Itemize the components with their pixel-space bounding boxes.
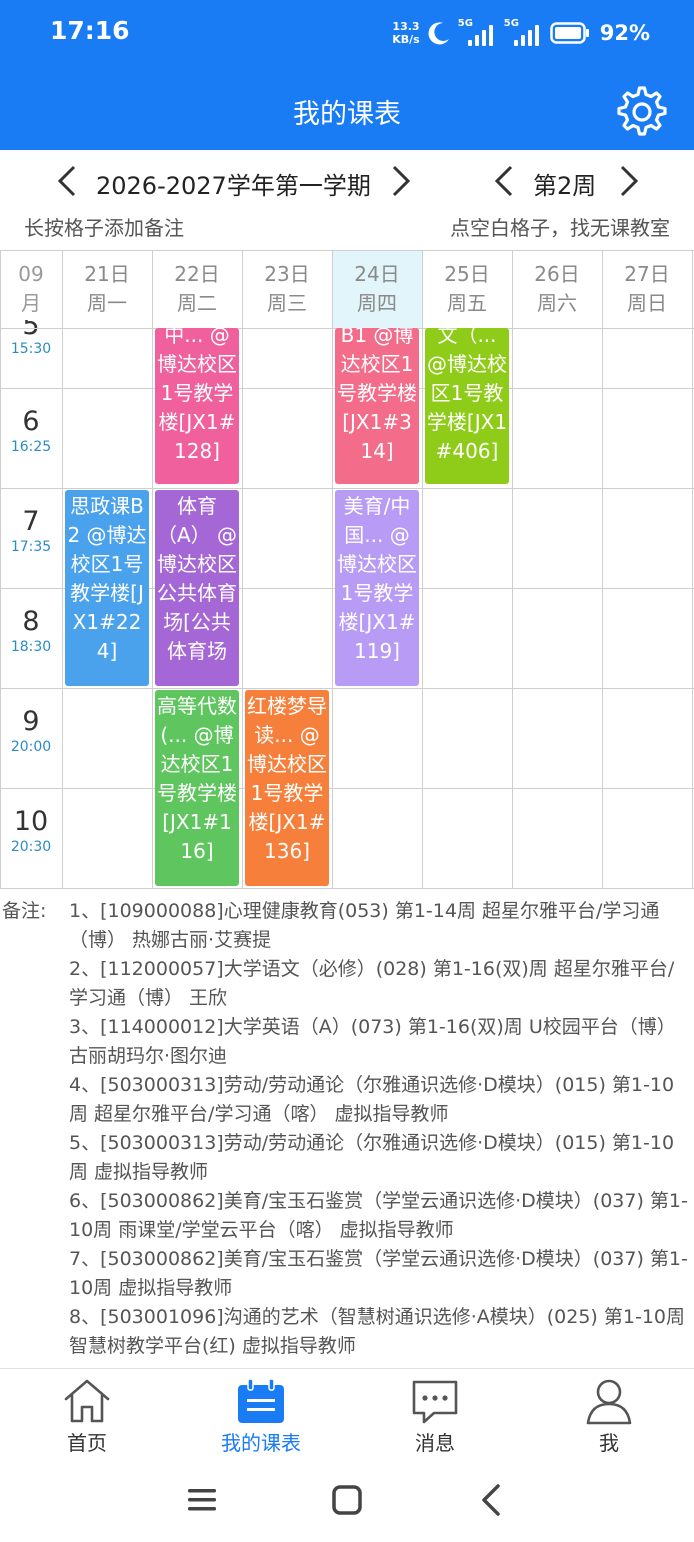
course-block[interactable]: 文（... @博达校区1号教学楼[JX1#406] [425, 328, 509, 484]
bottom-nav: 首页 我的课表 消息 我 [0, 1368, 694, 1458]
day-header: 25日 周五 [444, 262, 490, 315]
home-square-icon[interactable] [327, 1480, 367, 1520]
grid-line [332, 250, 333, 888]
chevron-left-icon[interactable] [54, 164, 82, 198]
period-label: 7 17:35 [10, 506, 52, 555]
week-label: 第2周 [533, 172, 597, 200]
hint-find-classroom: 点空白格子，找无课教室 [450, 216, 670, 240]
note-item: 2、[112000057]大学语文（必修）(028) 第1-16(双)周 超星尔… [69, 958, 675, 1009]
period-label: 5 15:30 [10, 320, 52, 357]
notes-list: 1、[109000088]心理健康教育(053) 第1-14周 超星尔雅平台/学… [69, 897, 689, 1361]
course-block[interactable]: 体育（A） @博达校区公共体育场[公共体育场 [155, 490, 239, 686]
day-header: 23日 周三 [264, 262, 310, 315]
period-label: 6 16:25 [10, 406, 52, 455]
chevron-right-icon[interactable] [386, 164, 414, 198]
term-label: 2026-2027学年第一学期 [96, 172, 371, 200]
month-header: 09 月 [18, 262, 44, 315]
nav-my-timetable[interactable]: 我的课表 [174, 1369, 348, 1459]
grid-line [0, 488, 694, 489]
note-item: 4、[503000313]劳动/劳动通论（尔雅通识选修·D模块）(015) 第1… [69, 1074, 675, 1125]
note-item: 7、[503000862]美育/宝玉石鉴赏（学堂云通识选修·D模块）(037) … [69, 1248, 688, 1299]
hint-add-note: 长按格子添加备注 [24, 216, 184, 240]
day-header: 26日 周六 [534, 262, 580, 315]
term-selector: 2026-2027学年第一学期 第2周 [0, 156, 694, 206]
system-nav-bar [0, 1458, 694, 1542]
grid-line [0, 788, 694, 789]
grid-line [0, 250, 694, 251]
calendar-icon [238, 1378, 284, 1423]
day-header: 21日 周一 [84, 262, 130, 315]
signal-icon: 5G [504, 18, 544, 48]
user-icon [586, 1379, 632, 1425]
notes-label: 备注: [2, 900, 47, 922]
grid-line [62, 250, 63, 888]
day-header: 24日 周四 [332, 250, 422, 328]
status-bar: 17:16 13.3 KB/s 5G 5G 92% [0, 0, 694, 68]
grid-line [422, 250, 423, 888]
course-block[interactable]: 高等代数(... @博达校区1号教学楼[JX1#116] [155, 690, 239, 886]
note-item: 5、[503000313]劳动/劳动通论（尔雅通识选修·D模块）(015) 第1… [69, 1132, 675, 1183]
grid-line [0, 888, 694, 889]
battery-icon [549, 22, 589, 44]
page-title: 我的课表 [293, 99, 401, 130]
course-block[interactable]: 思政课B2 @博达校区1号教学楼[JX1#224] [65, 490, 149, 686]
chevron-right-icon[interactable] [614, 164, 642, 198]
course-block[interactable]: 中... @博达校区1号教学楼[JX1#128] [155, 328, 239, 484]
home-icon [64, 1379, 110, 1423]
period-label: 9 20:00 [10, 706, 52, 755]
note-item: 1、[109000088]心理健康教育(053) 第1-14周 超星尔雅平台/学… [69, 900, 660, 951]
app-header: 我的课表 [0, 68, 694, 150]
note-item: 3、[114000012]大学英语（A）(073) 第1-16(双)周 U校园平… [69, 1016, 676, 1067]
back-icon[interactable] [472, 1480, 512, 1520]
status-time: 17:16 [50, 16, 130, 45]
grid-line [692, 250, 693, 888]
nav-me[interactable]: 我 [522, 1369, 694, 1459]
chevron-left-icon[interactable] [491, 164, 519, 198]
grid-line [242, 250, 243, 888]
hint-row: 长按格子添加备注 点空白格子，找无课教室 [0, 210, 694, 242]
note-item: 8、[503001096]沟通的艺术（智慧树通识选修·A模块）(025) 第1-… [69, 1306, 685, 1357]
day-header: 27日 周日 [624, 262, 670, 315]
moon-icon [428, 22, 449, 45]
grid-line [0, 250, 1, 888]
grid-line [152, 250, 153, 888]
course-block[interactable]: B1 @博达校区1号教学楼[JX1#314] [335, 328, 419, 484]
grid-line [602, 250, 603, 888]
grid-line [512, 250, 513, 888]
message-icon [412, 1380, 458, 1424]
period-label: 8 18:30 [10, 606, 52, 655]
gear-icon[interactable] [612, 82, 672, 142]
status-indicators: 13.3 KB/s 5G 5G 92% [392, 16, 650, 50]
timetable-grid[interactable]: 09 月 21日 周一 22日 周二 23日 周三 24日 周四 25日 周五 26日 周六 27日 周日… [0, 250, 694, 890]
note-item: 6、[503000862]美育/宝玉石鉴赏（学堂云通识选修·D模块）(037) … [69, 1190, 688, 1241]
battery-level: 92% [599, 21, 650, 45]
grid-line [0, 688, 694, 689]
course-block[interactable]: 红楼梦导读... @博达校区1号教学楼[JX1#136] [245, 690, 329, 886]
course-block[interactable]: 美育/中国... @博达校区1号教学楼[JX1#119] [335, 490, 419, 686]
signal-icon: 5G [458, 18, 498, 48]
menu-icon[interactable] [182, 1480, 222, 1520]
nav-home[interactable]: 首页 [0, 1369, 174, 1459]
day-header: 22日 周二 [174, 262, 220, 315]
network-speed: 13.3 KB/s [392, 20, 420, 46]
nav-messages[interactable]: 消息 [348, 1369, 522, 1459]
period-label: 10 20:30 [10, 806, 52, 855]
